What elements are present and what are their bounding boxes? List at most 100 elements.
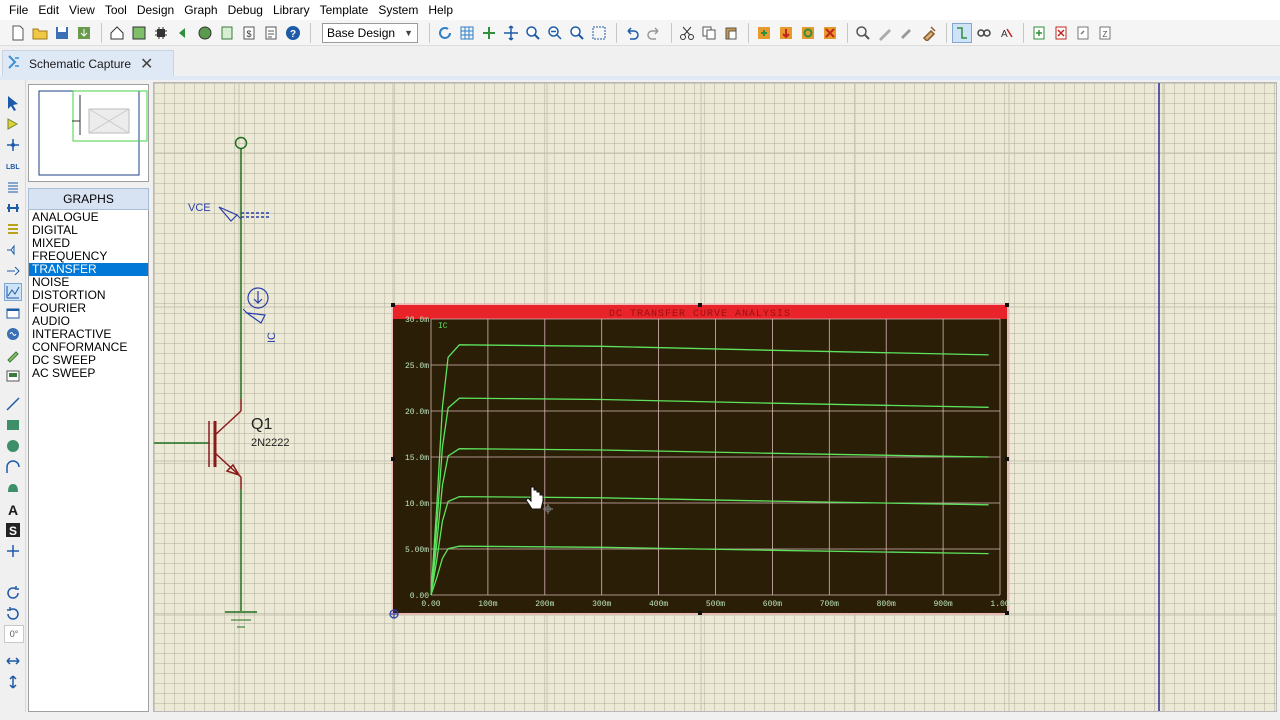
graphs-panel-header: GRAPHS: [28, 188, 149, 210]
block-delete-icon[interactable]: [820, 23, 840, 43]
vce-voltage-probe[interactable]: [218, 206, 242, 222]
zoom-out-icon[interactable]: [545, 23, 565, 43]
import-icon[interactable]: [74, 23, 94, 43]
pick-device-icon[interactable]: [853, 23, 873, 43]
zoom-all-icon[interactable]: [567, 23, 587, 43]
text-script-mode-icon[interactable]: [4, 178, 22, 196]
design-select[interactable]: Base Design ▼: [322, 22, 418, 43]
subcircuit-mode-icon[interactable]: [4, 220, 22, 238]
block-copy-icon[interactable]: [754, 23, 774, 43]
menu-file[interactable]: File: [4, 0, 33, 20]
line-mode-icon[interactable]: [4, 395, 22, 413]
remove-sheet-icon[interactable]: [1051, 23, 1071, 43]
transfer-graph[interactable]: DC TRANSFER CURVE ANALYSIS 0.00 100m 200m 3…: [389, 303, 1010, 619]
wire-label-mode-icon[interactable]: LBL: [4, 157, 22, 175]
design-explorer-icon[interactable]: Z: [1095, 23, 1115, 43]
menu-system[interactable]: System: [373, 0, 423, 20]
cut-icon[interactable]: [677, 23, 697, 43]
text-mode-icon[interactable]: A: [4, 500, 22, 518]
marker-mode-icon[interactable]: [4, 542, 22, 560]
zoom-in-icon[interactable]: [523, 23, 543, 43]
generator-mode-icon[interactable]: [4, 325, 22, 343]
ground-terminal[interactable]: [225, 611, 257, 628]
menu-library[interactable]: Library: [268, 0, 315, 20]
new-sheet-icon[interactable]: [1029, 23, 1049, 43]
menu-graph[interactable]: Graph: [179, 0, 222, 20]
mirror-y-icon[interactable]: [4, 673, 22, 691]
dollar-icon[interactable]: $: [239, 23, 259, 43]
menu-view[interactable]: View: [64, 0, 100, 20]
make-device-icon[interactable]: [875, 23, 895, 43]
pin-mode-icon[interactable]: [4, 262, 22, 280]
menu-debug[interactable]: Debug: [223, 0, 268, 20]
back-icon[interactable]: [173, 23, 193, 43]
tab-schematic-capture[interactable]: Schematic Capture ✕: [2, 50, 174, 76]
notes-icon[interactable]: [261, 23, 281, 43]
power-terminal[interactable]: [234, 136, 248, 150]
graph-title: DC TRANSFER CURVE ANALYSIS: [609, 309, 791, 320]
save-icon[interactable]: [52, 23, 72, 43]
exit-parent-icon[interactable]: [1073, 23, 1093, 43]
undo-icon[interactable]: [622, 23, 642, 43]
decompose-icon[interactable]: [919, 23, 939, 43]
pan-icon[interactable]: [501, 23, 521, 43]
rotate-clockwise-icon[interactable]: [4, 584, 22, 602]
circle-mode-icon[interactable]: [4, 437, 22, 455]
block-rotate-icon[interactable]: [798, 23, 818, 43]
vce-probe-label: VCE: [188, 202, 211, 214]
close-icon[interactable]: ✕: [140, 54, 153, 74]
terminals-mode-icon[interactable]: [4, 241, 22, 259]
schematic-icon[interactable]: [129, 23, 149, 43]
paste-icon[interactable]: [721, 23, 741, 43]
help-icon[interactable]: ?: [283, 23, 303, 43]
menu-tool[interactable]: Tool: [100, 0, 132, 20]
rotate-anticlockwise-icon[interactable]: [4, 605, 22, 623]
open-folder-icon[interactable]: [30, 23, 50, 43]
packaging-icon[interactable]: [897, 23, 917, 43]
junction-mode-icon[interactable]: [4, 136, 22, 154]
design-select-value: Base Design: [327, 25, 396, 40]
menu-template[interactable]: Template: [315, 0, 374, 20]
refresh-icon[interactable]: [435, 23, 455, 43]
overview-window[interactable]: [28, 84, 149, 182]
zoom-area-icon[interactable]: [589, 23, 609, 43]
gerber-icon[interactable]: [195, 23, 215, 43]
graph-x-tick-label: 100m: [478, 600, 497, 609]
block-move-icon[interactable]: [776, 23, 796, 43]
arc-mode-icon[interactable]: [4, 458, 22, 476]
bus-mode-icon[interactable]: [4, 199, 22, 217]
home-icon[interactable]: [107, 23, 127, 43]
grid-icon[interactable]: [457, 23, 477, 43]
copy-icon[interactable]: [699, 23, 719, 43]
schematic-canvas[interactable]: VCE IC Q1 2N2222 DC TRANSFER CURVE ANALY…: [153, 82, 1277, 712]
graph-type-ac-sweep[interactable]: AC SWEEP: [29, 367, 148, 380]
rotation-angle-field[interactable]: 0°: [4, 625, 24, 643]
graph-mode-icon[interactable]: [4, 283, 22, 301]
search-tag-icon[interactable]: [974, 23, 994, 43]
virtual-instrument-mode-icon[interactable]: [4, 367, 22, 385]
svg-text:A: A: [8, 502, 18, 517]
selection-mode-icon[interactable]: [4, 94, 22, 112]
menu-edit[interactable]: Edit: [33, 0, 64, 20]
graph-y-tick-label: 30.0m: [405, 316, 429, 325]
tape-recorder-mode-icon[interactable]: [4, 304, 22, 322]
box-mode-icon[interactable]: [4, 416, 22, 434]
property-assign-icon[interactable]: A: [996, 23, 1016, 43]
wire-autoroute-icon[interactable]: [952, 22, 972, 43]
bom-icon[interactable]: [217, 23, 237, 43]
redo-icon[interactable]: [644, 23, 664, 43]
transistor-q1[interactable]: [208, 399, 242, 489]
mirror-x-icon[interactable]: [4, 652, 22, 670]
path-mode-icon[interactable]: [4, 479, 22, 497]
menu-bar: File Edit View Tool Design Graph Debug L…: [0, 0, 1280, 20]
new-file-icon[interactable]: [8, 23, 28, 43]
chip-icon[interactable]: [151, 23, 171, 43]
menu-design[interactable]: Design: [132, 0, 179, 20]
component-mode-icon[interactable]: [4, 115, 22, 133]
menu-help[interactable]: Help: [423, 0, 458, 20]
voltage-probe-mode-icon[interactable]: [4, 346, 22, 364]
graph-plot-area[interactable]: [393, 319, 1007, 613]
ic-current-probe[interactable]: [242, 287, 269, 324]
symbol-mode-icon[interactable]: S: [4, 521, 22, 539]
origin-icon[interactable]: [479, 23, 499, 43]
